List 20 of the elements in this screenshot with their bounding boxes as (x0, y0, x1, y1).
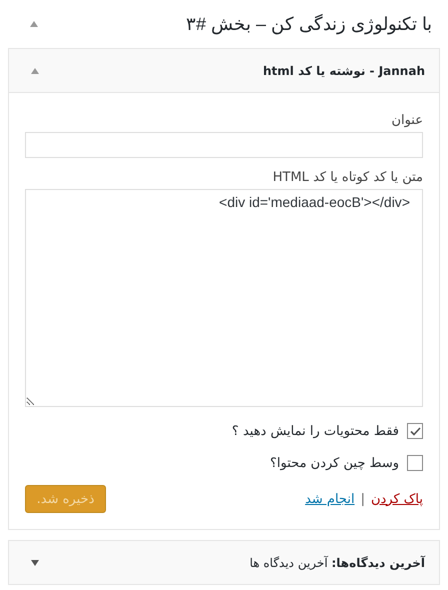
field-label: عنوان (390, 113, 423, 128)
checkbox-label: فقط محتویات را نمایش دهید ؟ (232, 424, 399, 438)
checkbox[interactable] (407, 455, 423, 471)
checkbox-label: وسط چین کردن محتوا؟ (270, 456, 399, 470)
done-link[interactable]: انجام شد (305, 492, 355, 506)
widget-title: Jannah - نوشته یا کد html (263, 64, 425, 78)
section-title: با تکنولوژی زندگی کن – بخش #۳ (186, 13, 432, 35)
checkbox[interactable] (407, 423, 423, 439)
delete-link[interactable]: پاک کردن (370, 492, 423, 506)
separator: | (360, 492, 365, 506)
toggle-arrow-icon[interactable] (31, 68, 39, 74)
widget-title: آخرین دیدگاه‌ها: آخرین دیدگاه ها (250, 556, 425, 570)
field-label: متن یا کد کوتاه یا کد HTML (272, 170, 423, 185)
widget-header[interactable]: Jannah - نوشته یا کد html (9, 49, 439, 93)
widget-header[interactable]: آخرین دیدگاه‌ها: آخرین دیدگاه ها (9, 541, 439, 584)
toggle-arrow-icon[interactable] (31, 560, 39, 566)
checkmark-icon (410, 426, 420, 436)
title-input-field[interactable] (25, 132, 423, 158)
collapse-arrow-icon[interactable] (30, 21, 38, 27)
html-textarea[interactable]: <div id='mediaad-eocB'></div> (25, 189, 423, 407)
